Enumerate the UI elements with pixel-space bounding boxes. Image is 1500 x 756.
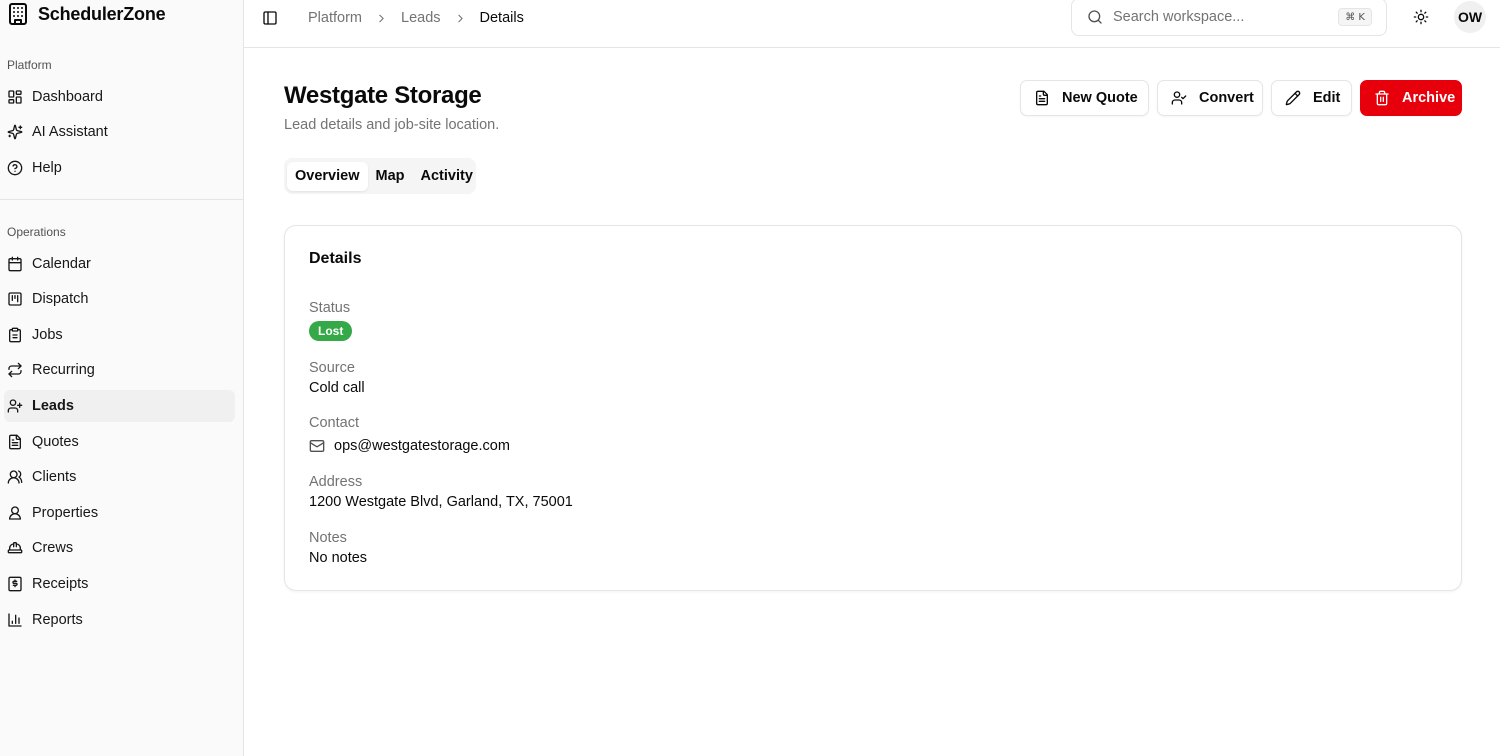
repeat-icon: [7, 362, 23, 378]
chevron-right-icon: [375, 12, 388, 25]
sidebar-item-ai-assistant[interactable]: AI Assistant: [4, 116, 235, 148]
sidebar-item-label: Calendar: [32, 256, 91, 272]
sidebar-item-leads[interactable]: Leads: [4, 390, 235, 422]
sidebar-item-quotes[interactable]: Quotes: [4, 426, 235, 458]
details-card: Details Status Lost Source Cold call Con…: [284, 225, 1462, 591]
contact-email-row[interactable]: ops@westgatestorage.com: [309, 438, 510, 454]
layout-grid-icon: [7, 89, 23, 105]
trash-icon: [1374, 90, 1390, 106]
search-input[interactable]: [1113, 9, 1328, 25]
sidebar-item-label: Quotes: [32, 434, 79, 450]
sparkles-icon: [7, 124, 23, 140]
sidebar-item-clients[interactable]: Clients: [4, 461, 235, 493]
address-value: 1200 Westgate Blvd, Garland, TX, 75001: [309, 494, 573, 510]
sidebar-item-reports[interactable]: Reports: [4, 604, 235, 636]
search-icon: [1087, 9, 1103, 25]
brand[interactable]: SchedulerZone: [6, 2, 166, 26]
edit-button[interactable]: Edit: [1271, 80, 1352, 116]
sidebar-item-label: Jobs: [32, 327, 63, 343]
search-box[interactable]: ⌘ K: [1071, 0, 1387, 36]
new-quote-label: New Quote: [1062, 90, 1138, 106]
status-label: Status: [309, 300, 351, 316]
sun-icon: [1413, 9, 1429, 25]
clipboard-icon: [7, 327, 23, 343]
sidebar-item-label: Dispatch: [32, 291, 89, 307]
hard-hat-icon: [7, 540, 23, 556]
sidebar-item-label: Crews: [32, 540, 74, 556]
sidebar-item-receipts[interactable]: Receipts: [4, 568, 235, 600]
tab-overview[interactable]: Overview: [287, 161, 368, 191]
sidebar-item-label: Dashboard: [32, 89, 103, 105]
edit-label: Edit: [1313, 90, 1341, 106]
archive-button[interactable]: Archive: [1360, 80, 1462, 116]
sidebar-item-label: Receipts: [32, 576, 89, 592]
kanban-icon: [7, 291, 23, 307]
topbar: Platform Leads Details ⌘ K OW: [244, 0, 1500, 48]
bar-chart-icon: [7, 612, 23, 628]
tab-map[interactable]: Map: [368, 162, 413, 191]
tab-activity[interactable]: Activity: [413, 162, 481, 191]
contact-label: Contact: [309, 415, 359, 431]
users-icon: [7, 469, 23, 485]
contact-email[interactable]: ops@westgatestorage.com: [334, 438, 510, 454]
sidebar-item-label: Leads: [32, 398, 74, 414]
sidebar-item-label: Properties: [32, 505, 99, 521]
status-badge: Lost: [309, 321, 353, 341]
file-text-icon: [7, 434, 23, 450]
sidebar-item-label: Recurring: [32, 362, 95, 378]
brand-name: SchedulerZone: [38, 3, 166, 24]
notes-label: Notes: [309, 530, 347, 546]
chevron-right-icon: [454, 12, 467, 25]
address-label: Address: [309, 474, 363, 490]
help-circle-icon: [7, 160, 23, 176]
receipt-icon: [7, 576, 23, 592]
sidebar-item-label: AI Assistant: [32, 124, 108, 140]
sidebar-item-dashboard[interactable]: Dashboard: [4, 81, 235, 113]
breadcrumb-leads[interactable]: Leads: [401, 10, 441, 26]
theme-toggle-button[interactable]: [1410, 6, 1432, 28]
panel-left-icon: [262, 10, 278, 26]
notes-value: No notes: [309, 550, 368, 566]
sidebar-item-label: Help: [32, 160, 62, 176]
page-subtitle: Lead details and job-site location.: [284, 117, 500, 133]
sidebar-item-jobs[interactable]: Jobs: [4, 319, 235, 351]
file-text-icon: [1034, 90, 1050, 106]
user-pin-icon: [7, 505, 23, 521]
breadcrumb-platform[interactable]: Platform: [308, 10, 362, 26]
details-card-title: Details: [309, 250, 362, 267]
sidebar-item-label: Reports: [32, 612, 83, 628]
avatar[interactable]: OW: [1454, 1, 1486, 33]
user-check-icon: [1171, 90, 1187, 106]
archive-label: Archive: [1402, 90, 1456, 106]
sidebar-divider: [0, 199, 243, 200]
breadcrumb: Platform Leads Details: [308, 8, 524, 28]
convert-label: Convert: [1199, 90, 1254, 106]
sidebar-item-label: Clients: [32, 469, 77, 485]
page-title: Westgate Storage: [284, 82, 482, 109]
sidebar-item-help[interactable]: Help: [4, 152, 235, 184]
building-icon: [6, 2, 30, 26]
sidebar-toggle-button[interactable]: [260, 8, 280, 28]
tab-list: Overview Map Activity: [284, 158, 476, 194]
sidebar: SchedulerZone Platform Dashboard AI Assi…: [0, 0, 244, 756]
sidebar-item-dispatch[interactable]: Dispatch: [4, 283, 235, 315]
sidebar-item-properties[interactable]: Properties: [4, 497, 235, 529]
sidebar-group-label-operations: Operations: [7, 225, 66, 239]
breadcrumb-details: Details: [479, 10, 524, 26]
pencil-icon: [1285, 90, 1301, 106]
convert-button[interactable]: Convert: [1157, 80, 1263, 116]
new-quote-button[interactable]: New Quote: [1020, 80, 1149, 116]
search-shortcut-hint: ⌘ K: [1338, 8, 1372, 26]
source-label: Source: [309, 360, 355, 376]
mail-icon: [309, 438, 325, 454]
source-value: Cold call: [309, 380, 365, 396]
sidebar-item-crews[interactable]: Crews: [4, 532, 235, 564]
sidebar-group-label-platform: Platform: [7, 58, 52, 72]
user-plus-icon: [7, 398, 23, 414]
sidebar-item-calendar[interactable]: Calendar: [4, 248, 235, 280]
sidebar-item-recurring[interactable]: Recurring: [4, 354, 235, 386]
calendar-icon: [7, 256, 23, 272]
